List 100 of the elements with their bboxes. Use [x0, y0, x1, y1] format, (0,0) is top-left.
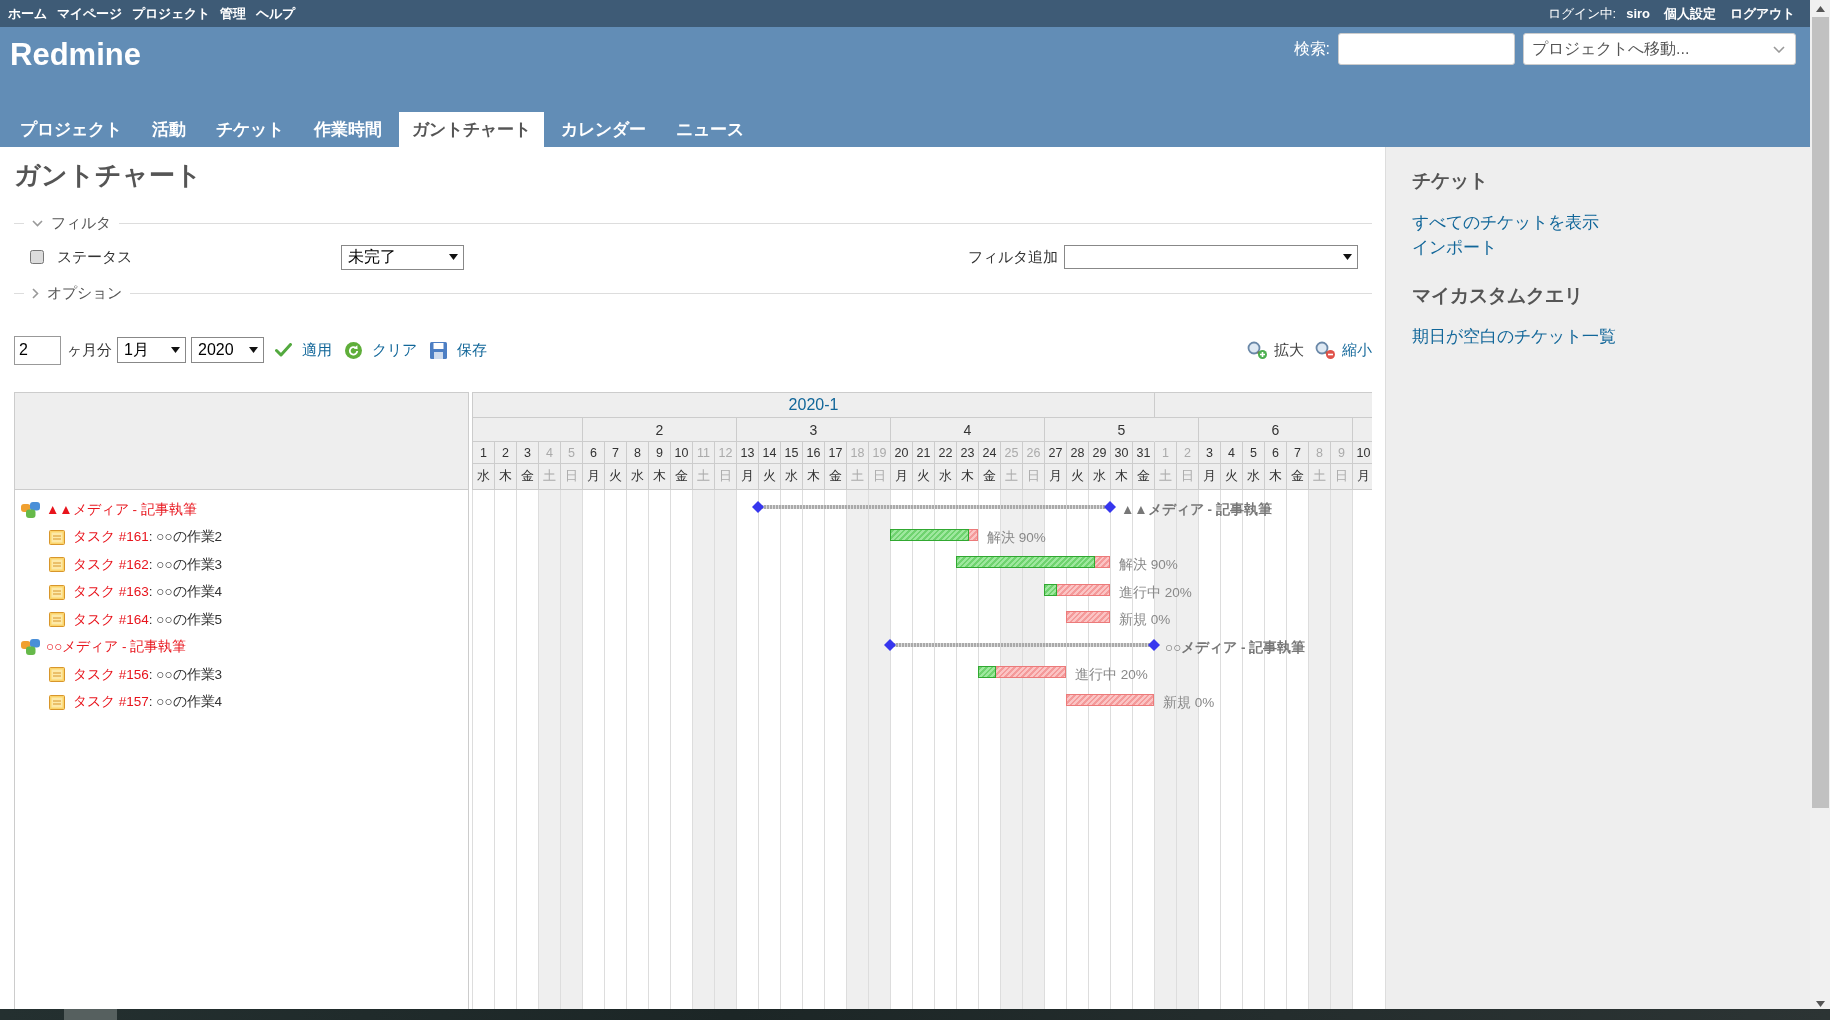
- apply-link[interactable]: 適用: [275, 340, 332, 360]
- zoom-out-icon: [1315, 341, 1335, 359]
- months-field[interactable]: 2: [14, 335, 61, 365]
- day-header: 7: [1286, 442, 1308, 464]
- task-caption: 進行中 20%: [1075, 666, 1148, 684]
- top-menu-link[interactable]: ホーム: [8, 4, 47, 23]
- week-header: 3: [736, 418, 890, 442]
- day-header: 29: [1088, 442, 1110, 464]
- day-header: 3: [516, 442, 538, 464]
- account-link[interactable]: ログアウト: [1730, 4, 1795, 23]
- arrow-up-icon[interactable]: [1815, 6, 1825, 12]
- scrollbar-thumb[interactable]: [1811, 17, 1829, 808]
- day-header: 15: [780, 442, 802, 464]
- version-link[interactable]: ▲▲メディア - 記事執筆: [46, 500, 197, 519]
- top-menu-link[interactable]: プロジェクト: [132, 4, 210, 23]
- day-header: 14: [758, 442, 780, 464]
- task-caption: 解決 90%: [1119, 556, 1178, 574]
- add-filter-select[interactable]: [1064, 245, 1358, 269]
- user-link[interactable]: siro: [1626, 6, 1650, 21]
- task-caption: 新規 0%: [1163, 693, 1215, 712]
- top-menu-link[interactable]: ヘルプ: [256, 4, 295, 23]
- day-header: 27: [1044, 442, 1066, 464]
- day-header: 23: [956, 442, 978, 464]
- menu-tab[interactable]: ガントチャート: [399, 112, 544, 147]
- note-icon: [49, 584, 65, 600]
- caret-icon: [1343, 254, 1352, 260]
- issue-link[interactable]: タスク #164: [73, 610, 149, 629]
- month-header[interactable]: 2020-1: [472, 393, 1154, 418]
- top-menu-link[interactable]: 管理: [220, 4, 246, 23]
- diamond-icon: [884, 638, 896, 651]
- sidebar-heading: マイカスタムクエリ: [1412, 284, 1584, 308]
- day-header: 31: [1132, 442, 1154, 464]
- day-header: 6: [582, 442, 604, 464]
- issue-subject: : ○○の作業4: [148, 583, 223, 602]
- save-icon: [430, 341, 447, 359]
- day-header: 1: [472, 442, 494, 464]
- diamond-icon: [1104, 501, 1116, 513]
- issue-link[interactable]: タスク #156: [73, 665, 149, 684]
- day-header: 17: [824, 442, 846, 464]
- site-title: Redmine: [10, 36, 141, 74]
- issue-link[interactable]: タスク #163: [73, 583, 149, 602]
- day-header: 10: [1352, 442, 1372, 464]
- options-toggle[interactable]: オプション: [32, 283, 122, 303]
- task-caption: 進行中 20%: [1119, 583, 1192, 602]
- chevron-right-icon: [32, 287, 39, 299]
- day-header: 5: [560, 442, 582, 464]
- sidebar-link[interactable]: すべてのチケットを表示: [1412, 210, 1599, 235]
- sidebar-link[interactable]: 期日が空白のチケット一覧: [1412, 324, 1616, 349]
- menu-tab[interactable]: 作業時間: [301, 112, 395, 147]
- checkbox[interactable]: [30, 250, 44, 264]
- scrollbar[interactable]: [1810, 0, 1830, 1009]
- menu-tab[interactable]: チケット: [203, 112, 297, 147]
- note-icon: [49, 529, 65, 545]
- day-header: 20: [890, 442, 912, 464]
- version-link[interactable]: ○○メディア - 記事執筆: [46, 638, 187, 657]
- zoom-out-link[interactable]: 縮小: [1315, 340, 1372, 360]
- day-header: 22: [934, 442, 956, 464]
- issue-subject: : ○○の作業3: [148, 665, 223, 684]
- diamond-icon: [752, 501, 764, 513]
- menu-tab[interactable]: 活動: [139, 112, 199, 147]
- day-header: 30: [1110, 442, 1132, 464]
- filters-toggle[interactable]: フィルタ: [32, 213, 111, 233]
- task-caption: 解決 90%: [987, 528, 1046, 547]
- issue-subject: : ○○の作業4: [148, 693, 223, 712]
- search-label: 検索:: [1293, 38, 1330, 59]
- issue-link[interactable]: タスク #157: [73, 693, 149, 712]
- save-link[interactable]: 保存: [430, 340, 487, 360]
- note-icon: [49, 612, 65, 628]
- arrow-down-icon[interactable]: [1815, 1001, 1825, 1007]
- day-header: 5: [1242, 442, 1264, 464]
- sidebar-link[interactable]: インポート: [1412, 235, 1497, 260]
- project-jump-select[interactable]: プロジェクトへ移動...: [1523, 33, 1796, 65]
- menu-tab[interactable]: カレンダー: [548, 112, 659, 147]
- months-label: ヶ月分: [67, 340, 112, 360]
- day-header: 24: [978, 442, 1000, 464]
- day-header: 21: [912, 442, 934, 464]
- version-caption: ○○メディア - 記事執筆: [1165, 638, 1306, 657]
- note-icon: [49, 694, 65, 710]
- account-link[interactable]: 個人設定: [1664, 4, 1716, 23]
- sidebar-heading: チケット: [1412, 169, 1489, 193]
- day-header: 3: [1198, 442, 1220, 464]
- week-header: 4: [890, 418, 1044, 442]
- status-operator-select[interactable]: 未完了: [341, 244, 464, 270]
- day-header: 12: [714, 442, 736, 464]
- caret-icon: [249, 347, 258, 353]
- page-title: ガントチャート: [14, 159, 203, 191]
- year-select[interactable]: 2020: [191, 337, 264, 363]
- add-filter-label: フィルタ追加: [968, 247, 1058, 267]
- issue-link[interactable]: タスク #161: [73, 528, 149, 547]
- issue-link[interactable]: タスク #162: [73, 555, 149, 574]
- day-header: 4: [538, 442, 560, 464]
- month-select[interactable]: 1月: [117, 337, 186, 363]
- top-menu-link[interactable]: マイページ: [57, 4, 122, 23]
- day-header: 18: [846, 442, 868, 464]
- clear-link[interactable]: クリア: [345, 340, 417, 360]
- note-icon: [49, 557, 65, 573]
- menu-tab[interactable]: プロジェクト: [7, 112, 135, 147]
- menu-tab[interactable]: ニュース: [663, 112, 757, 147]
- issue-subject: : ○○の作業5: [148, 610, 223, 629]
- search-field[interactable]: [1338, 33, 1515, 65]
